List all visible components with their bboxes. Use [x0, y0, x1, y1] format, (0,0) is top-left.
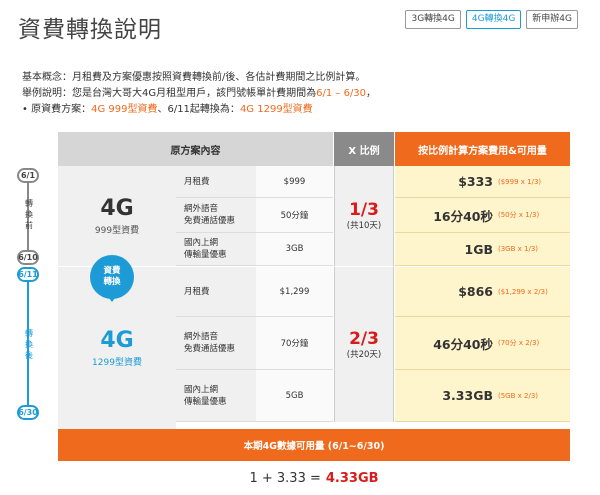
timeline-date-6-11: 6/11 [17, 267, 39, 282]
plan-after-name: 4G [100, 328, 134, 353]
calc-amount: 46分40秒 [433, 336, 493, 352]
tab-3g-to-4g[interactable]: 3G轉換4G [405, 10, 461, 29]
calc-amount: $866 [458, 284, 493, 299]
total-result: 4.33GB [325, 470, 379, 486]
page-title: 資費轉換說明 [18, 17, 162, 43]
calc-formula: (50分 x 1/3) [498, 211, 540, 219]
intro-line-3: • 原資費方案：4G 999型資費、6/11起轉換為：4G 1299型資費 [22, 102, 376, 118]
switch-marker-tip [106, 294, 118, 302]
plan-before-type: 999型資費 [94, 225, 140, 236]
calc-formula: ($999 x 1/3) [498, 177, 542, 186]
total-data-header: 本期4G數據可用量 (6/1~6/30) [58, 429, 570, 461]
timeline-date-6-1: 6/1 [17, 168, 39, 183]
after-row-2-item: 網外語音 免費通話優惠 [176, 317, 256, 370]
intro-line-3-mid: 、6/11起轉換為： [157, 104, 240, 115]
intro-line-2: 舉例說明：您是台灣大哥大4G月租型用戶，該門號帳單計費期間為6/1 – 6/30… [22, 86, 376, 102]
billing-period: 6/1 – 6/30 [316, 88, 367, 99]
after-row-1-item: 月租費 [176, 267, 256, 317]
before-row-1-item: 月租費 [176, 166, 256, 198]
after-row-3-value: 5GB [256, 370, 333, 422]
header-original-plan: 原方案內容 [58, 132, 333, 166]
after-row-2-value: 70分鐘 [256, 317, 333, 370]
intro-line-2-end: ， [366, 88, 377, 99]
intro-line-1: 基本概念：月租費及方案優惠按照資費轉換前/後、各估計費期間之比例計算。 [22, 72, 366, 83]
ratio-after-fraction: 2/3 [349, 328, 379, 349]
header-prorated: 按比例計算方案費用&可用量 [395, 132, 570, 166]
tab-4g-to-4g[interactable]: 4G轉換4G [465, 10, 522, 29]
ratio-after-days: (共20天) [346, 349, 382, 360]
timeline-date-6-10: 6/10 [17, 250, 39, 265]
new-plan-name: 4G 1299型資費 [239, 104, 313, 115]
intro-line-2-text: 舉例說明：您是台灣大哥大4G月租型用戶，該門號帳單計費期間為 [22, 88, 317, 99]
before-row-2-item: 網外語音 免費通話優惠 [176, 198, 256, 233]
plan-type-tabs: 3G轉換4G 4G轉換4G 新申辦4G [405, 10, 578, 29]
calc-before-row-2: 16分40秒 (50分 x 1/3) [395, 198, 570, 233]
header-ratio: X 比例 [334, 132, 394, 166]
ratio-before-fraction: 1/3 [349, 200, 379, 220]
ratio-before-days: (共10天) [346, 221, 382, 231]
calc-after-row-1: $866 ($1,299 x 2/3) [395, 267, 570, 317]
tab-new-4g[interactable]: 新申辦4G [526, 10, 578, 29]
timeline-date-6-30: 6/30 [17, 405, 39, 420]
total-formula: 1 + 3.33 = [249, 470, 321, 486]
calc-amount: $333 [458, 174, 493, 189]
before-row-3-value: 3GB [256, 233, 333, 266]
plan-after-type: 1299型資費 [92, 358, 142, 368]
calc-before-row-1: $333 ($999 x 1/3) [395, 166, 570, 198]
calc-before-row-3: 1GB (3GB x 1/3) [395, 233, 570, 266]
calc-amount: 3.33GB [442, 388, 493, 403]
before-row-2-value: 50分鐘 [256, 198, 333, 233]
switch-label-1: 資費 [103, 266, 121, 276]
plan-before: 4G 999型資費 [58, 166, 176, 266]
timeline-before-label: 轉換前 [25, 199, 33, 230]
calc-formula: ($1,299 x 2/3) [498, 287, 548, 296]
before-row-1-value: $999 [256, 166, 333, 198]
timeline-after-label: 轉換後 [25, 329, 33, 360]
total-data-row: 1 + 3.33 = 4.33GB [58, 461, 570, 495]
calc-formula: (3GB x 1/3) [498, 245, 539, 253]
before-row-3-item: 國內上網 傳輸量優惠 [176, 233, 256, 266]
intro-text: 基本概念：月租費及方案優惠按照資費轉換前/後、各估計費期間之比例計算。 舉例說明… [22, 70, 376, 118]
switch-label-2: 轉換 [103, 277, 121, 287]
calc-amount: 16分40秒 [433, 208, 493, 224]
calc-after-row-2: 46分40秒 (70分 x 2/3) [395, 317, 570, 370]
intro-line-3-text: • 原資費方案： [22, 104, 92, 115]
after-row-1-value: $1,299 [256, 267, 333, 317]
after-row-3-item: 國內上網 傳輸量優惠 [176, 370, 256, 422]
old-plan-name: 4G 999型資費 [91, 104, 158, 115]
calc-amount: 1GB [464, 241, 494, 257]
calc-after-row-3: 3.33GB (5GB x 2/3) [395, 370, 570, 422]
plan-switch-marker: 資費 轉換 [90, 255, 134, 299]
calc-formula: (70分 x 2/3) [498, 339, 540, 347]
ratio-after: 2/3 (共20天) [334, 267, 394, 422]
ratio-before: 1/3 (共10天) [334, 166, 394, 266]
calc-formula: (5GB x 2/3) [498, 391, 539, 400]
plan-before-name: 4G [100, 195, 134, 221]
